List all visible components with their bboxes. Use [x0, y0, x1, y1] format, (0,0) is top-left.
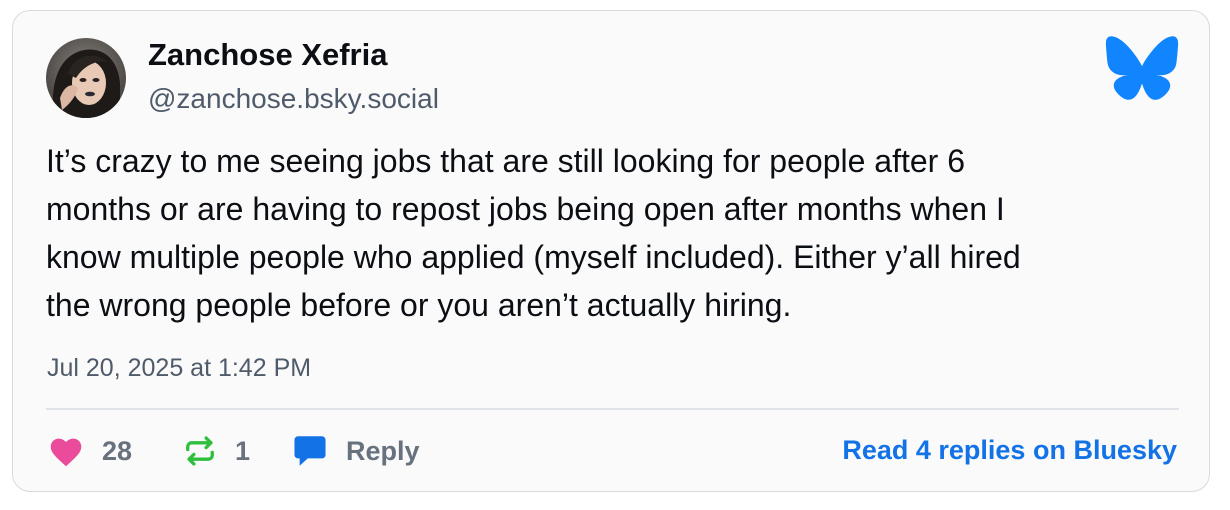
- avatar-image: [46, 38, 126, 118]
- post-text-line: the wrong people before or you aren’t ac…: [46, 287, 792, 323]
- heart-icon: [50, 438, 82, 467]
- post-text-line: It’s crazy to me seeing jobs that are st…: [46, 143, 965, 179]
- post-text: It’s crazy to me seeing jobs that are st…: [46, 137, 1181, 329]
- reply-button[interactable]: Reply: [292, 429, 420, 473]
- author-handle[interactable]: @zanchose.bsky.social: [148, 83, 439, 115]
- repost-icon: [186, 436, 214, 466]
- post-text-line: months or are having to repost jobs bein…: [46, 191, 1005, 227]
- post-text-line: know multiple people who applied (myself…: [46, 239, 1021, 275]
- repost-button[interactable]: 1: [183, 429, 250, 473]
- read-replies-link[interactable]: Read 4 replies on Bluesky: [842, 435, 1177, 466]
- bluesky-butterfly-icon[interactable]: [1103, 35, 1181, 101]
- reply-label: Reply: [346, 435, 420, 466]
- divider: [46, 408, 1179, 410]
- post-card: Zanchose Xefria @zanchose.bsky.social It…: [12, 10, 1210, 492]
- like-button[interactable]: 28: [48, 429, 132, 473]
- like-count: 28: [102, 435, 133, 466]
- avatar[interactable]: [46, 38, 126, 118]
- repost-count: 1: [235, 435, 251, 466]
- speech-bubble-icon: [294, 436, 326, 466]
- post-timestamp[interactable]: Jul 20, 2025 at 1:42 PM: [47, 354, 311, 383]
- author-name[interactable]: Zanchose Xefria: [148, 37, 387, 73]
